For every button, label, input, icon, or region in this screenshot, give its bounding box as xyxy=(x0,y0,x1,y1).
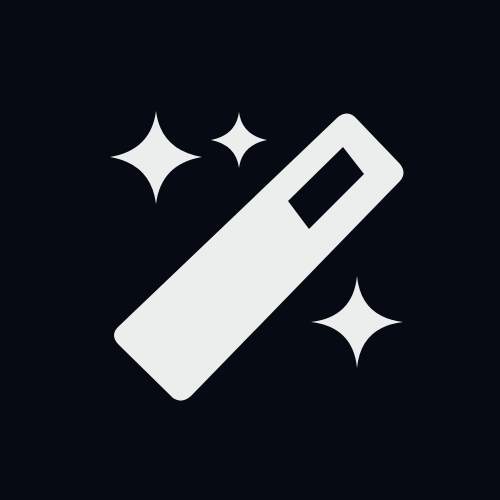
magic-wand-canvas xyxy=(0,0,500,500)
sparkle-small-icon xyxy=(211,112,267,168)
magic-wand-icon xyxy=(110,111,404,401)
sparkle-large-icon xyxy=(110,111,202,204)
sparkle-lower-icon xyxy=(311,276,403,368)
